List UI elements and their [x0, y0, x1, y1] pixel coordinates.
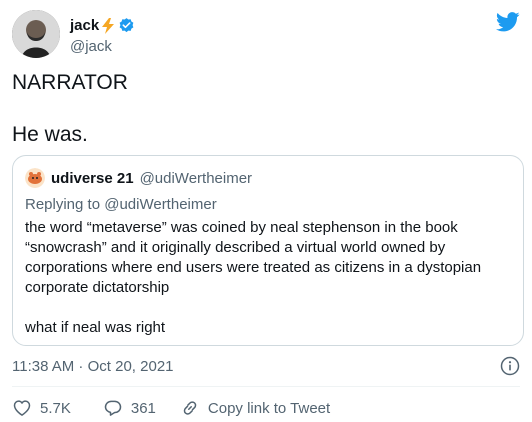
quoted-author-handle: @udiWertheimer: [139, 169, 253, 187]
like-count: 5.7K: [40, 399, 71, 417]
tweet-text: NARRATOR He was.: [12, 71, 128, 146]
tweet-header: jack @jack: [12, 8, 520, 60]
reply-button[interactable]: 361: [103, 398, 156, 418]
author-name-line: jack: [70, 17, 135, 34]
quoted-author-display-name: udiverse 21: [51, 169, 134, 187]
replying-to-handle: @udiWertheimer: [104, 196, 217, 213]
author-avatar[interactable]: [12, 10, 60, 58]
author-handle[interactable]: @jack: [70, 38, 112, 55]
twitter-bird-icon[interactable]: [495, 12, 520, 32]
divider: [12, 386, 520, 387]
tweet-timestamp[interactable]: 11:38 AM · Oct 20, 2021: [12, 358, 174, 375]
meta-separator: ·: [74, 358, 88, 375]
lightning-bolt-icon: [101, 17, 115, 34]
quoted-tweet-body: the word “metaverse” was coined by neal …: [25, 218, 513, 338]
quoted-tweet-header: udiverse 21 @udiWertheimer: [25, 168, 252, 188]
quoted-tweet-paragraph: the word “metaverse” was coined by neal …: [25, 219, 482, 296]
replying-to-line: Replying to @udiWertheimer: [25, 196, 217, 213]
replying-to-prefix: Replying to: [25, 196, 105, 213]
reply-count: 361: [130, 399, 156, 417]
quoted-author-avatar: [25, 168, 45, 188]
author-display-name[interactable]: jack: [70, 17, 99, 34]
like-button[interactable]: 5.7K: [12, 398, 71, 418]
tweet-time[interactable]: 11:38 AM: [12, 358, 74, 375]
action-bar: 5.7K 361 Copy link to Tweet: [12, 398, 330, 418]
copy-link-label: Copy link to Tweet: [207, 399, 331, 417]
quoted-tweet-paragraph: what if neal was right: [25, 319, 166, 336]
info-icon[interactable]: [500, 356, 520, 376]
copy-link-button[interactable]: Copy link to Tweet: [180, 398, 330, 418]
verified-badge-icon: [118, 17, 135, 34]
link-icon: [183, 401, 197, 415]
quoted-tweet-card[interactable]: udiverse 21 @udiWertheimer Replying to @…: [12, 155, 524, 346]
tweet-date[interactable]: Oct 20, 2021: [88, 358, 174, 375]
reply-icon: [104, 400, 122, 416]
heart-icon: [13, 400, 31, 416]
